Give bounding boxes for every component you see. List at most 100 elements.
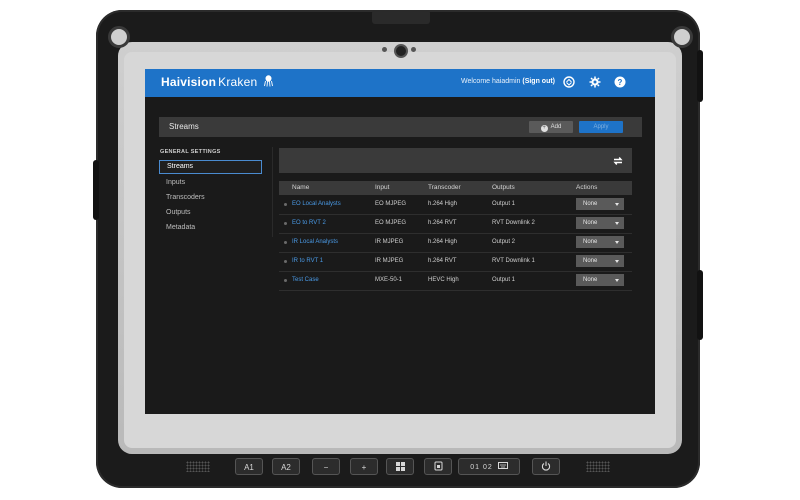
svg-text:?: ?	[618, 78, 623, 87]
column-actions: Actions	[576, 184, 598, 191]
volume-down-key[interactable]: −	[312, 458, 340, 475]
sidebar-divider	[272, 147, 273, 237]
actions-dropdown[interactable]: None	[576, 198, 624, 210]
stream-transcoder: h.264 High	[428, 201, 458, 207]
volume-up-key[interactable]: +	[350, 458, 378, 475]
chevron-down-icon	[615, 222, 619, 225]
windows-key[interactable]	[386, 458, 414, 475]
function-key-group[interactable]: 01 02	[458, 458, 520, 475]
power-key[interactable]	[532, 458, 560, 475]
chevron-down-icon	[615, 203, 619, 206]
sidebar-item-streams[interactable]: Streams	[159, 160, 262, 174]
stream-input: MXE-50-1	[375, 277, 403, 283]
function-key-numbers: 01 02	[470, 464, 493, 471]
column-transcoder[interactable]: Transcoder	[428, 184, 461, 191]
sensor-right	[411, 47, 416, 52]
chevron-down-icon	[615, 260, 619, 263]
left-side-port	[93, 160, 99, 220]
stream-input: EO MJPEG	[375, 220, 407, 226]
sidebar-item-outputs[interactable]: Outputs	[159, 206, 262, 220]
kraken-icon	[263, 75, 273, 87]
stream-name-link[interactable]: EO Local Analysts	[292, 201, 341, 207]
add-button-label: Add	[550, 124, 562, 130]
page-header: Streams + Add Apply	[159, 117, 642, 137]
stream-input: IR MJPEG	[375, 258, 404, 264]
row-status-dot	[284, 260, 287, 263]
stream-name-link[interactable]: EO to RVT 2	[292, 220, 326, 226]
actions-dropdown[interactable]: None	[576, 217, 624, 229]
actions-dropdown-value: None	[583, 277, 598, 283]
table-toolbar	[279, 148, 632, 173]
sidebar-item-transcoders[interactable]: Transcoders	[159, 191, 262, 205]
table-row: IR Local Analysts IR MJPEG h.264 High Ou…	[279, 233, 632, 253]
column-outputs[interactable]: Outputs	[492, 184, 515, 191]
row-status-dot	[284, 222, 287, 225]
tablet-top-port	[372, 10, 430, 24]
stream-input: IR MJPEG	[375, 239, 404, 245]
add-button[interactable]: + Add	[529, 121, 573, 133]
table-row: Test Case MXE-50-1 HEVC High Output 1 No…	[279, 271, 632, 291]
screw-top-left	[108, 26, 130, 48]
plus-icon: +	[540, 125, 548, 132]
actions-dropdown[interactable]: None	[576, 274, 624, 286]
stream-transcoder: HEVC High	[428, 277, 459, 283]
actions-dropdown[interactable]: None	[576, 255, 624, 267]
camera	[394, 44, 408, 58]
stream-outputs: RVT Downlink 2	[492, 220, 535, 226]
hardware-key-row: A1 A2 − + 01 02	[0, 458, 800, 478]
rotate-lock-icon	[434, 461, 442, 471]
stream-name-link[interactable]: IR Local Analysts	[292, 239, 338, 245]
stream-transcoder: h.264 RVT	[428, 220, 457, 226]
chevron-down-icon	[615, 241, 619, 244]
sidebar-item-metadata[interactable]: Metadata	[159, 221, 262, 235]
apply-button[interactable]: Apply	[579, 121, 623, 133]
row-status-dot	[284, 279, 287, 282]
actions-dropdown-value: None	[583, 258, 598, 264]
stream-transcoder: h.264 RVT	[428, 258, 457, 264]
right-side-port	[697, 50, 703, 102]
app-topbar: Haivision Kraken Welcome haiadmin (Sign o…	[145, 69, 655, 97]
table-row: EO to RVT 2 EO MJPEG h.264 RVT RVT Downl…	[279, 214, 632, 234]
sync-icon[interactable]	[563, 76, 575, 88]
a2-key[interactable]: A2	[272, 458, 300, 475]
speaker-grille-left	[186, 461, 210, 472]
actions-dropdown[interactable]: None	[576, 236, 624, 248]
table-row: EO Local Analysts EO MJPEG h.264 High Ou…	[279, 195, 632, 215]
welcome-user: Welcome haiadmin	[461, 78, 521, 85]
brand-name-bold: Haivision	[161, 75, 217, 89]
table-header: Name Input Transcoder Outputs Actions	[279, 181, 632, 195]
stream-outputs: RVT Downlink 1	[492, 258, 535, 264]
help-icon[interactable]: ?	[614, 76, 626, 88]
tablet-screen: Haivision Kraken Welcome haiadmin (Sign o…	[145, 69, 655, 414]
sign-out-link[interactable]: (Sign out)	[522, 78, 555, 85]
column-name[interactable]: Name	[292, 184, 309, 191]
gear-icon[interactable]	[589, 76, 601, 88]
stream-name-link[interactable]: Test Case	[292, 277, 319, 283]
actions-dropdown-value: None	[583, 201, 598, 207]
actions-dropdown-value: None	[583, 220, 598, 226]
power-icon	[541, 461, 551, 471]
screw-top-right	[671, 26, 693, 48]
stream-outputs: Output 2	[492, 239, 516, 245]
actions-dropdown-value: None	[583, 239, 598, 245]
stream-transcoder: h.264 High	[428, 239, 458, 245]
windows-icon	[395, 462, 405, 471]
sidebar-item-inputs[interactable]: Inputs	[159, 176, 262, 190]
stream-name-link[interactable]: IR to RVT 1	[292, 258, 323, 264]
refresh-icon[interactable]	[612, 155, 624, 167]
column-input[interactable]: Input	[375, 184, 389, 191]
rotation-lock-key[interactable]	[424, 458, 452, 475]
sensor-left	[382, 47, 387, 52]
stream-outputs: Output 1	[492, 201, 516, 207]
app-logo[interactable]: Haivision Kraken	[161, 75, 273, 89]
sidebar-section-title: GENERAL SETTINGS	[160, 149, 221, 155]
a1-key[interactable]: A1	[235, 458, 263, 475]
row-status-dot	[284, 203, 287, 206]
stream-input: EO MJPEG	[375, 201, 407, 207]
keyboard-icon	[497, 462, 508, 469]
stream-outputs: Output 1	[492, 277, 516, 283]
row-status-dot	[284, 241, 287, 244]
table-row: IR to RVT 1 IR MJPEG h.264 RVT RVT Downl…	[279, 252, 632, 272]
welcome-text: Welcome haiadmin (Sign out)	[461, 78, 555, 85]
brand-name-light: Kraken	[218, 75, 258, 89]
